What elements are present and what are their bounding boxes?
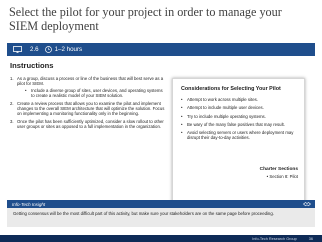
instruction-substep: • Include a diverse group of sites, user… [17, 88, 165, 99]
activity-meta-bar: 2.6 1–2 hours [7, 43, 315, 56]
substep-text: Include a diverse group of sites, user d… [31, 87, 163, 98]
considerations-title: Considerations for Selecting Your Pilot [181, 86, 281, 92]
step-number: 3. [10, 119, 14, 125]
slide: Select the pilot for your project in ord… [0, 0, 322, 242]
step-text: As a group, discuss a process or line of… [17, 76, 164, 87]
consideration-item: • Try to include multiple operating syst… [181, 114, 299, 119]
considerations-panel: Considerations for Selecting Your Pilot … [172, 78, 305, 211]
insight-label: Info-Tech Insight [12, 201, 46, 207]
step-text: Create a review process that allows you … [17, 100, 165, 117]
consideration-text: Attempt to work across multiple sites. [187, 97, 258, 102]
footer-bar: Info-Tech Research Group 36 [0, 235, 322, 242]
instructions-list: 1. As a group, discuss a process or line… [10, 76, 165, 132]
considerations-list: • Attempt to work across multiple sites.… [181, 97, 299, 144]
consideration-item: • Attempt to include multiple user devic… [181, 105, 299, 110]
step-number: 1. [10, 76, 14, 81]
consideration-text: Avoid selecting servers or users where d… [187, 130, 294, 141]
consideration-item: • Avoid selecting servers or users where… [181, 130, 299, 141]
insight-text: Getting consensus will be the most diffi… [7, 208, 315, 227]
consideration-item: • Be wary of the many false positives th… [181, 122, 299, 127]
presentation-icon [13, 46, 22, 53]
consideration-text: Be wary of the many false positives that… [187, 121, 285, 127]
step-number: 2. [10, 100, 14, 106]
consideration-text: Try to include multiple operating system… [187, 113, 266, 119]
page-title: Select the pilot for your project in ord… [9, 5, 282, 33]
clock-icon [44, 46, 52, 53]
activity-duration: 1–2 hours [54, 46, 83, 53]
step-body: Create a review process that allows you … [17, 101, 165, 117]
charter-section-item: • Section 8: Pilot [266, 174, 298, 179]
charter-sections-title: Charter Sections [259, 167, 298, 172]
activity-step-number: 2.6 [30, 46, 39, 53]
insight-bar: Info-Tech Insight [7, 200, 315, 208]
instruction-step: 3. Once the pilot has been sufficiently … [10, 119, 165, 130]
instruction-step: 1. As a group, discuss a process or line… [10, 76, 165, 98]
step-body: Once the pilot has been sufficiently opt… [17, 119, 165, 130]
page-number: 36 [308, 236, 313, 241]
step-body: As a group, discuss a process or line of… [17, 76, 165, 98]
consideration-item: • Attempt to work across multiple sites. [181, 97, 299, 102]
consideration-text: Attempt to include multiple user devices… [187, 105, 264, 111]
footer-brand: Info-Tech Research Group [252, 236, 297, 241]
instruction-step: 2. Create a review process that allows y… [10, 101, 165, 117]
handshake-icon [303, 202, 311, 207]
step-text: Once the pilot has been sufficiently opt… [17, 119, 164, 130]
instructions-heading: Instructions [10, 61, 54, 70]
